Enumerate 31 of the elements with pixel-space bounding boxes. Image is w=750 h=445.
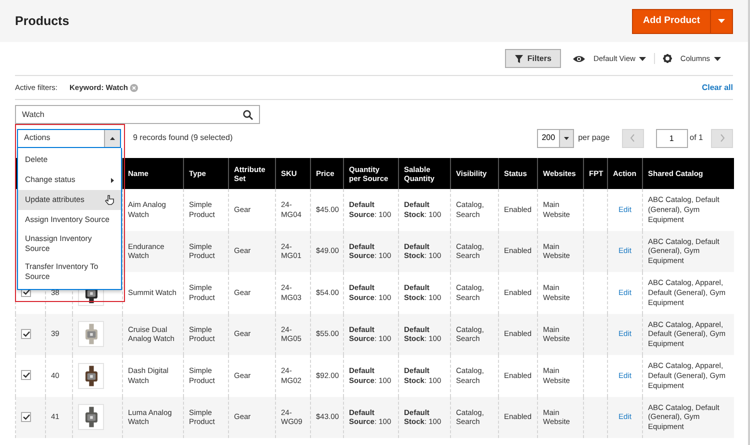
- page-title: Products: [15, 14, 70, 28]
- page-field[interactable]: 1: [656, 128, 688, 148]
- per-page-select[interactable]: 200: [536, 128, 574, 148]
- actions-select[interactable]: Actions: [17, 128, 121, 148]
- search-field[interactable]: Watch: [15, 105, 260, 124]
- gear-icon: [663, 54, 672, 63]
- per-page-label: per page: [578, 132, 610, 144]
- clear-all-link[interactable]: Clear all: [702, 82, 733, 94]
- row-checkbox[interactable]: [21, 370, 31, 380]
- check-icon: [22, 414, 30, 420]
- caret-icon: [718, 19, 725, 23]
- chevron-left-icon: [630, 134, 636, 142]
- caret-icon: [110, 136, 115, 140]
- eye-icon: [573, 54, 586, 62]
- caret-icon: [639, 56, 646, 60]
- row-checkbox[interactable]: [21, 412, 31, 422]
- chevron-right-icon: [720, 134, 724, 142]
- add-product-button[interactable]: Add Product: [632, 8, 733, 34]
- caret-icon: [714, 56, 721, 60]
- search-icon[interactable]: [243, 110, 253, 120]
- records-count: 9 records found (9 selected): [133, 132, 233, 144]
- page-total: of 1: [690, 132, 703, 144]
- submenu-arrow-icon: [111, 178, 114, 182]
- caret-icon: [564, 136, 570, 140]
- check-icon: [22, 330, 30, 337]
- filters-button[interactable]: Filters: [505, 49, 562, 68]
- check-icon: [22, 372, 30, 378]
- filter-icon: [515, 54, 524, 62]
- pointer-cursor-icon: [105, 195, 114, 205]
- check-icon: [22, 289, 30, 296]
- row-checkbox[interactable]: [21, 328, 31, 339]
